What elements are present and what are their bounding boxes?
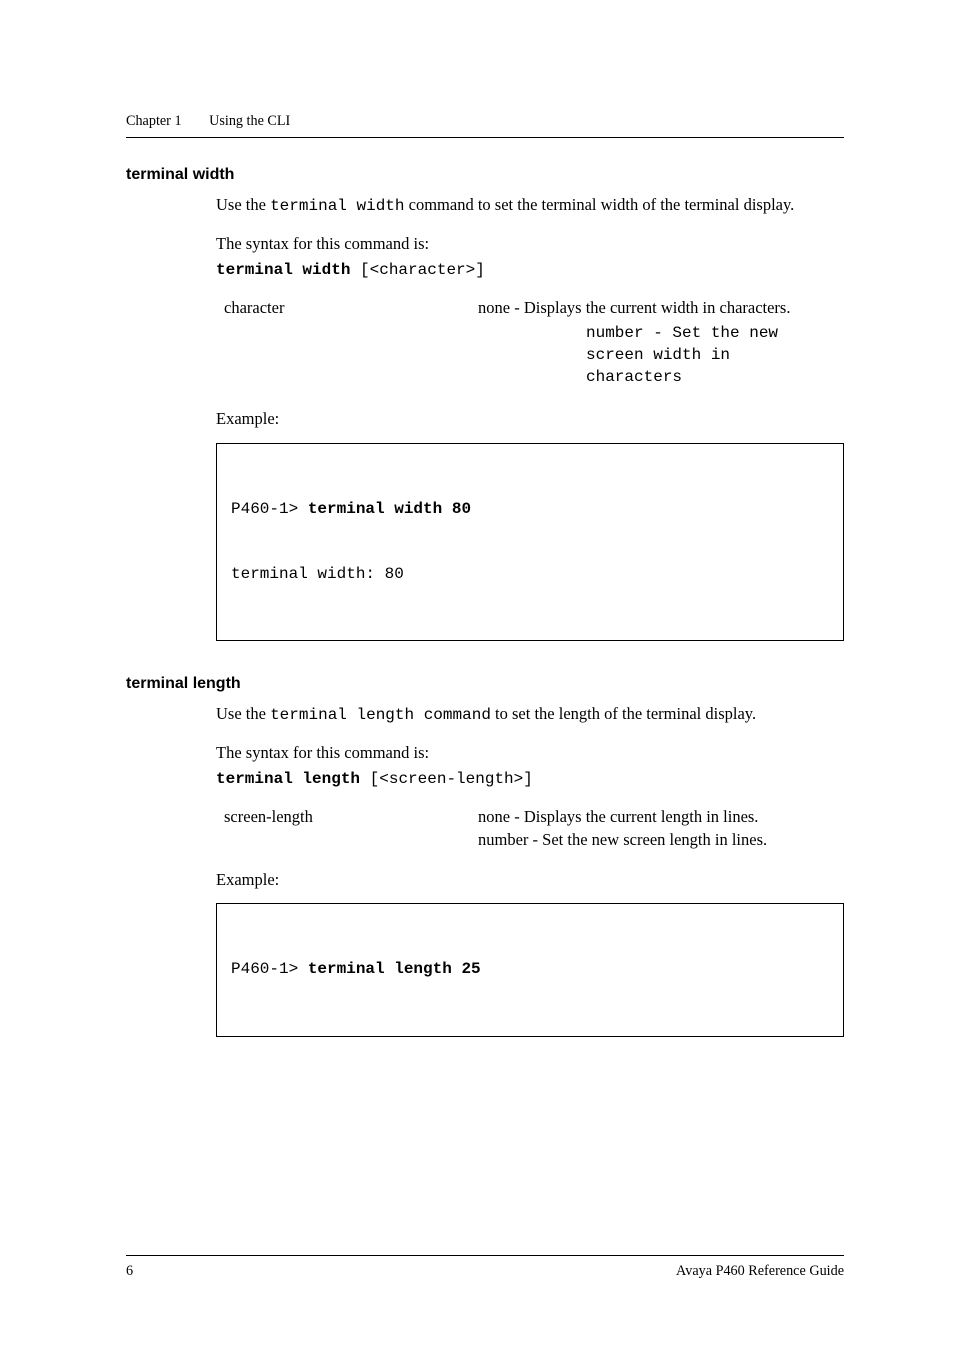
code-prompt-2: P460-1> — [231, 960, 308, 978]
section-heading-terminal-length: terminal length — [126, 673, 844, 695]
param-desc-line-1: none - Displays the current length in li… — [478, 807, 758, 826]
example-label-2: Example: — [216, 869, 844, 891]
code-cmd: terminal width 80 — [308, 500, 471, 518]
code-box-terminal-length: P460-1> terminal length 25 — [216, 903, 844, 1037]
intro-pre-text-2: Use the — [216, 704, 270, 723]
param-name-screen-length: screen-length — [216, 806, 478, 828]
code-cmd-2: terminal length 25 — [308, 960, 481, 978]
intro-pre-text: Use the — [216, 195, 270, 214]
syntax-line-terminal-width: terminal width [<character>] — [216, 258, 844, 282]
code-line-1: P460-1> terminal width 80 — [231, 499, 829, 521]
syntax-cmd-rest-2: [<screen-length>] — [360, 770, 533, 788]
page-footer: 6 Avaya P460 Reference Guide — [0, 1255, 954, 1281]
syntax-cmd-rest: [<character>] — [350, 261, 484, 279]
intro-inline-command: terminal width — [270, 197, 404, 215]
section-heading-terminal-width: terminal width — [126, 164, 844, 186]
code-line-2: terminal width: 80 — [231, 564, 829, 586]
syntax-line-terminal-length: terminal length [<screen-length>] — [216, 767, 844, 791]
param-desc-character: none - Displays the current width in cha… — [478, 297, 844, 319]
param-desc-screen-length: none - Displays the current length in li… — [478, 806, 844, 851]
footer-rule — [126, 1255, 844, 1256]
syntax-cmd-bold-2: terminal length — [216, 770, 360, 788]
syntax-label: The syntax for this command is: — [216, 233, 844, 255]
code-prompt: P460-1> — [231, 500, 308, 518]
header-rule — [126, 137, 844, 138]
intro-post-text-2: to set the length of the terminal displa… — [491, 704, 756, 723]
page-number: 6 — [126, 1262, 133, 1281]
intro-inline-command-2: terminal length command — [270, 706, 491, 724]
param-name-character: character — [216, 297, 478, 319]
intro-post-text: command to set the terminal width of the… — [405, 195, 795, 214]
param-row-character: character none - Displays the current wi… — [216, 297, 844, 319]
syntax-cmd-bold: terminal width — [216, 261, 350, 279]
chapter-label: Chapter 1 — [126, 113, 182, 129]
param-row-screen-length: screen-length none - Displays the curren… — [216, 806, 844, 851]
code-line-3: P460-1> terminal length 25 — [231, 959, 829, 981]
code-box-terminal-width: P460-1> terminal width 80 terminal width… — [216, 443, 844, 642]
param-desc-line-2: number - Set the new screen length in li… — [478, 830, 767, 849]
running-header: Chapter 1 Using the CLI — [126, 112, 844, 131]
intro-paragraph-terminal-width: Use the terminal width command to set th… — [216, 194, 844, 218]
doc-title: Avaya P460 Reference Guide — [676, 1262, 844, 1281]
param-subdesc-character: number - Set the new screen width in cha… — [586, 323, 846, 388]
syntax-label-2: The syntax for this command is: — [216, 742, 844, 764]
chapter-title: Using the CLI — [209, 113, 290, 129]
intro-paragraph-terminal-length: Use the terminal length command to set t… — [216, 703, 844, 727]
example-label: Example: — [216, 408, 844, 430]
